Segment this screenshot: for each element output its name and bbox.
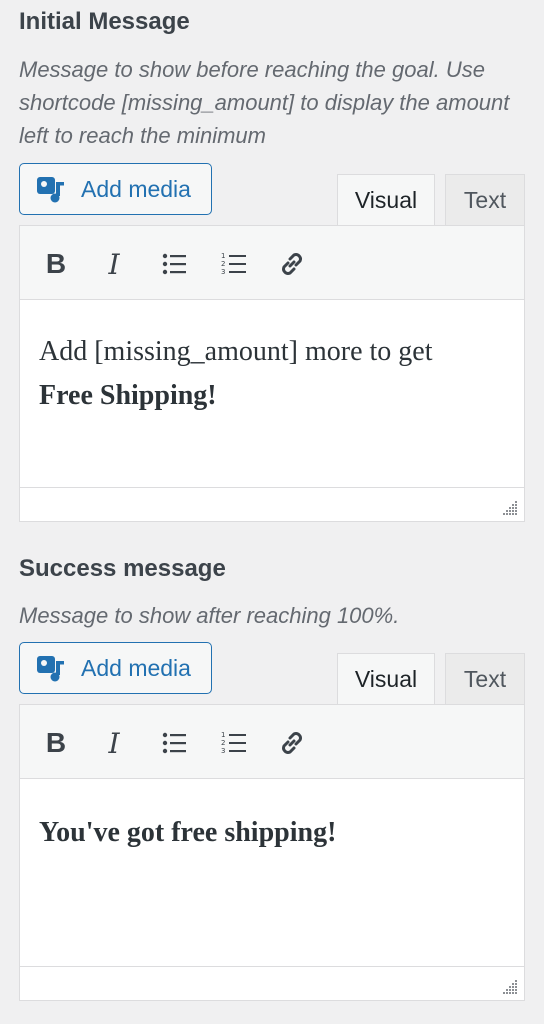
content-bold-line: You've got free shipping! xyxy=(39,817,337,848)
add-media-label: Add media xyxy=(81,654,191,681)
link-icon[interactable] xyxy=(274,725,310,761)
editor-toolbar: B I 1 2 3 xyxy=(20,705,524,779)
media-icon xyxy=(37,177,64,203)
bulleted-list-icon[interactable] xyxy=(156,725,192,761)
resize-handle-icon[interactable] xyxy=(502,500,518,516)
tab-visual[interactable]: Visual xyxy=(337,174,435,226)
editor-statusbar xyxy=(20,487,524,521)
success-message-description: Message to show after reaching 100%. xyxy=(19,603,400,628)
bold-icon[interactable]: B xyxy=(38,725,74,761)
editor-content[interactable]: You've got free shipping! xyxy=(39,811,510,855)
svg-text:2: 2 xyxy=(221,739,225,747)
success-message-editor[interactable]: B I 1 2 3 You've got free shipping! xyxy=(19,704,525,1001)
initial-message-heading: Initial Message xyxy=(19,8,190,35)
svg-text:3: 3 xyxy=(221,268,225,276)
link-icon[interactable] xyxy=(274,246,310,282)
svg-text:1: 1 xyxy=(221,252,225,260)
initial-message-editor[interactable]: B I 1 2 3 Add [missing_amount] more to g… xyxy=(19,225,525,522)
bulleted-list-icon[interactable] xyxy=(156,246,192,282)
editor-toolbar: B I 1 2 3 xyxy=(20,226,524,300)
content-bold-line: Free Shipping! xyxy=(39,380,217,411)
numbered-list-icon[interactable]: 1 2 3 xyxy=(216,246,252,282)
svg-text:3: 3 xyxy=(221,747,225,755)
add-media-button[interactable]: Add media xyxy=(19,163,212,215)
tab-text[interactable]: Text xyxy=(445,174,525,226)
media-icon xyxy=(37,656,64,682)
tab-text[interactable]: Text xyxy=(445,653,525,705)
add-media-button[interactable]: Add media xyxy=(19,642,212,694)
content-line: Add [missing_amount] more to get xyxy=(39,336,433,367)
svg-text:2: 2 xyxy=(221,260,225,268)
svg-text:1: 1 xyxy=(221,731,225,739)
success-message-heading: Success message xyxy=(19,555,226,582)
resize-handle-icon[interactable] xyxy=(502,979,518,995)
numbered-list-icon[interactable]: 1 2 3 xyxy=(216,725,252,761)
initial-message-description: Message to show before reaching the goal… xyxy=(19,57,510,148)
add-media-label: Add media xyxy=(81,175,191,202)
editor-content[interactable]: Add [missing_amount] more to get Free Sh… xyxy=(39,330,510,418)
initial-message-section: Initial Message Message to show before r… xyxy=(0,0,544,530)
bold-icon[interactable]: B xyxy=(38,246,74,282)
italic-icon[interactable]: I xyxy=(96,725,132,761)
editor-statusbar xyxy=(20,966,524,1000)
tab-visual[interactable]: Visual xyxy=(337,653,435,705)
italic-icon[interactable]: I xyxy=(96,246,132,282)
